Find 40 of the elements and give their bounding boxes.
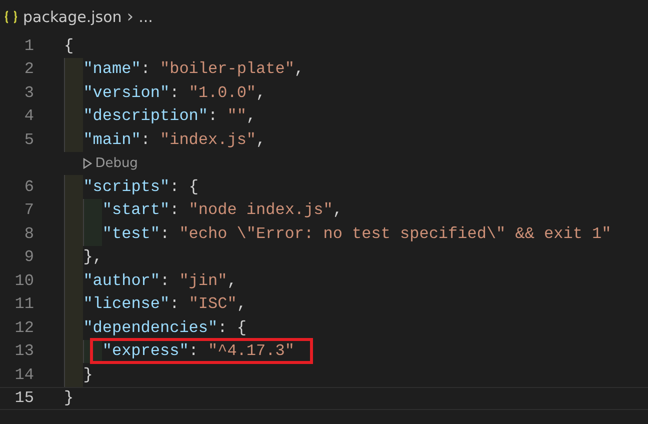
code-line: {	[64, 36, 74, 55]
breadcrumb-file[interactable]: package.json	[23, 8, 122, 26]
code-line: "name": "boiler-plate",	[83, 60, 304, 78]
code-line: "main": "index.js",	[83, 130, 266, 149]
line-number: 12	[14, 318, 34, 337]
indent-guide	[64, 58, 84, 81]
line-number: 3	[23, 84, 34, 102]
indent-guide	[64, 128, 84, 152]
breadcrumb-more[interactable]: ...	[138, 8, 153, 26]
code-line: "start": "node index.js",	[102, 201, 342, 220]
json-file-icon	[4, 10, 18, 24]
code-line: "scripts": {	[83, 178, 198, 196]
code-line: "version": "1.0.0",	[83, 84, 266, 102]
line-number: 6	[23, 178, 34, 196]
indent-guide	[83, 198, 102, 222]
breadcrumb-separator: ›	[126, 7, 134, 27]
line-number: 10	[14, 272, 34, 290]
line-number: 9	[23, 248, 34, 266]
line-number: 15	[14, 389, 34, 408]
code-line: "dependencies": {	[83, 318, 246, 337]
code-line: }	[64, 389, 74, 408]
line-number: 2	[23, 60, 34, 78]
line-number: 8	[23, 224, 34, 243]
debug-codelens[interactable]: Debug	[83, 156, 138, 171]
line-number: 14	[14, 366, 34, 384]
play-icon	[83, 158, 92, 169]
line-number: 7	[23, 201, 34, 220]
code-line: "description": "",	[83, 107, 256, 126]
code-line: "test": "echo \"Error: no test specified\" && exit 1"	[102, 224, 612, 243]
code-line: }	[83, 366, 93, 384]
indent-guide	[83, 222, 102, 246]
line-number: 1	[23, 36, 34, 55]
line-number: 11	[14, 295, 34, 314]
code-line: "author": "jin",	[83, 272, 237, 290]
line-number: 4	[23, 107, 34, 126]
code-line: },	[83, 248, 102, 266]
code-line: "license": "ISC",	[83, 295, 246, 314]
indent-guide	[64, 175, 84, 198]
line-number: 5	[23, 130, 34, 149]
line-number: 13	[14, 342, 34, 360]
